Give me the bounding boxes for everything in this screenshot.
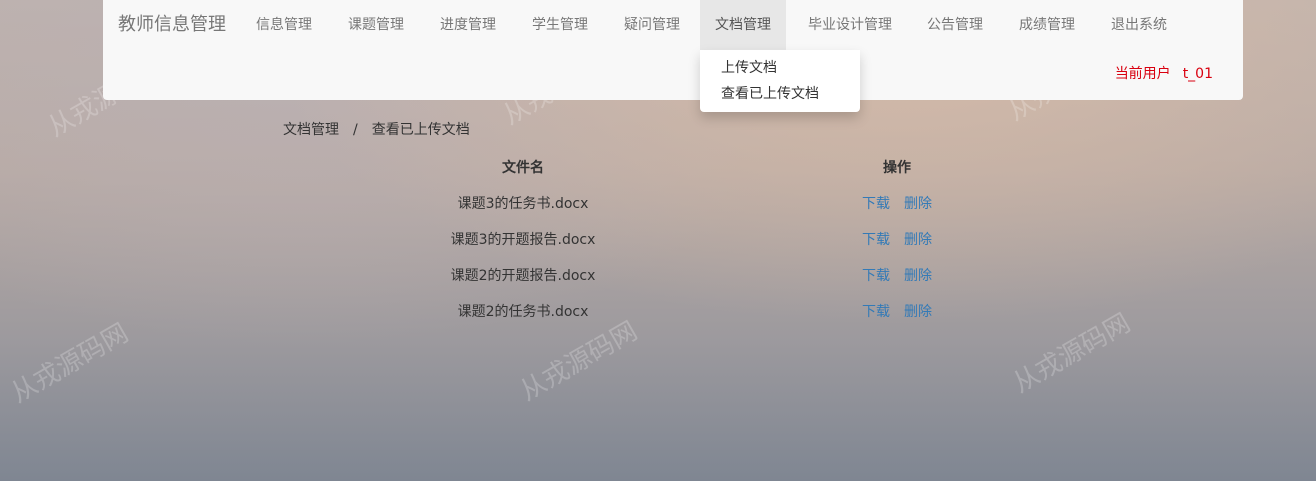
top-navbar: 教师信息管理 信息管理 课题管理 进度管理 学生管理 疑问管理 文档管理 毕业设… bbox=[103, 0, 1243, 100]
nav-item-grades[interactable]: 成绩管理 bbox=[1019, 0, 1075, 50]
file-name: 课题2的开题报告.docx bbox=[450, 268, 596, 284]
row-actions: 下载 删除 bbox=[862, 222, 932, 258]
table-row: 课题3的开题报告.docx 下载 删除 bbox=[283, 222, 1033, 258]
delete-link[interactable]: 删除 bbox=[904, 268, 932, 284]
delete-link[interactable]: 删除 bbox=[904, 232, 932, 248]
download-link[interactable]: 下载 bbox=[862, 268, 890, 284]
watermark: 从戎源码网 bbox=[6, 318, 134, 410]
documents-dropdown-menu: 上传文档 查看已上传文档 bbox=[700, 50, 860, 112]
dropdown-item-view-uploaded-documents[interactable]: 查看已上传文档 bbox=[721, 84, 819, 104]
download-link[interactable]: 下载 bbox=[862, 196, 890, 212]
current-user: 当前用户 t_01 bbox=[1115, 63, 1213, 83]
nav-item-questions[interactable]: 疑问管理 bbox=[624, 0, 680, 50]
breadcrumb-current: 查看已上传文档 bbox=[371, 122, 470, 138]
file-name: 课题3的开题报告.docx bbox=[450, 232, 596, 248]
file-name: 课题3的任务书.docx bbox=[457, 196, 589, 212]
table-row: 课题2的任务书.docx 下载 删除 bbox=[283, 294, 1033, 330]
file-name: 课题2的任务书.docx bbox=[457, 304, 589, 320]
nav-item-topics[interactable]: 课题管理 bbox=[348, 0, 404, 50]
nav-item-info[interactable]: 信息管理 bbox=[256, 0, 312, 50]
current-user-name: t_01 bbox=[1182, 66, 1213, 82]
table-row: 课题2的开题报告.docx 下载 删除 bbox=[283, 258, 1033, 294]
table-header-filename: 文件名 bbox=[502, 160, 544, 176]
navbar-brand[interactable]: 教师信息管理 bbox=[118, 0, 226, 50]
nav-item-announcements[interactable]: 公告管理 bbox=[927, 0, 983, 50]
current-user-label: 当前用户 bbox=[1114, 66, 1171, 82]
row-actions: 下载 删除 bbox=[862, 186, 932, 222]
delete-link[interactable]: 删除 bbox=[904, 304, 932, 320]
dropdown-item-upload-document[interactable]: 上传文档 bbox=[721, 58, 777, 78]
row-actions: 下载 删除 bbox=[862, 258, 932, 294]
download-link[interactable]: 下载 bbox=[862, 232, 890, 248]
delete-link[interactable]: 删除 bbox=[904, 196, 932, 212]
breadcrumb: 文档管理 / 查看已上传文档 bbox=[283, 120, 470, 140]
download-link[interactable]: 下载 bbox=[862, 304, 890, 320]
row-actions: 下载 删除 bbox=[862, 294, 932, 330]
nav-item-documents[interactable]: 文档管理 bbox=[700, 0, 786, 50]
table-header-actions: 操作 bbox=[883, 160, 911, 176]
nav-item-students[interactable]: 学生管理 bbox=[532, 0, 588, 50]
nav-item-progress[interactable]: 进度管理 bbox=[440, 0, 496, 50]
breadcrumb-separator: / bbox=[353, 122, 358, 138]
table-row: 课题3的任务书.docx 下载 删除 bbox=[283, 186, 1033, 222]
nav-item-graduation-design[interactable]: 毕业设计管理 bbox=[808, 0, 892, 50]
breadcrumb-parent[interactable]: 文档管理 bbox=[283, 122, 339, 138]
nav-item-logout[interactable]: 退出系统 bbox=[1111, 0, 1167, 50]
